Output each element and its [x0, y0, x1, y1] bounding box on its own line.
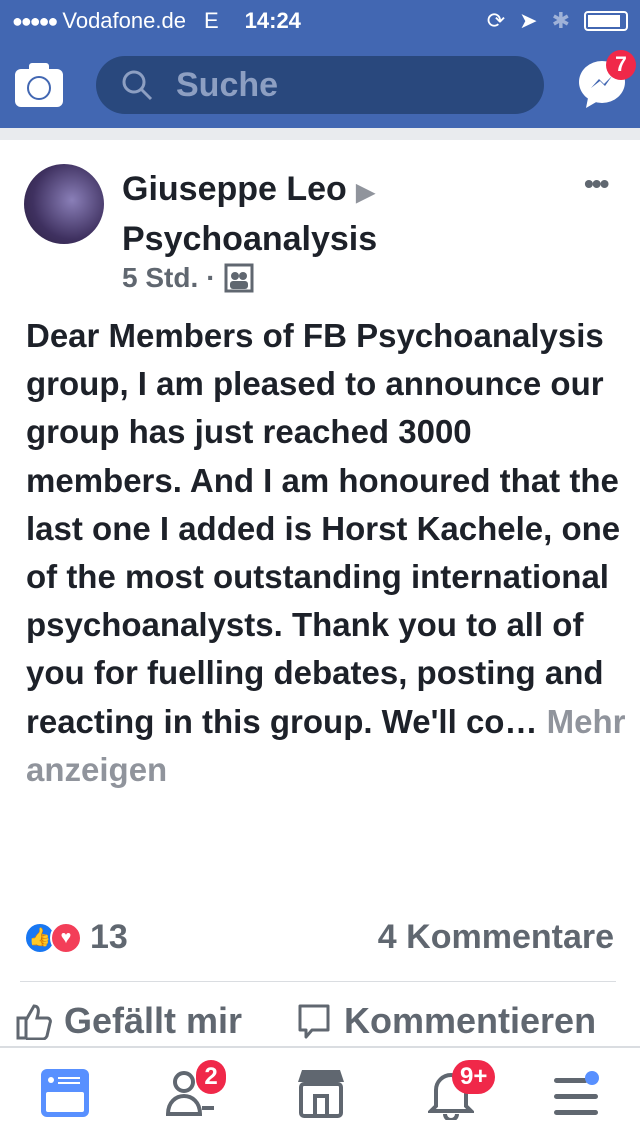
location-icon: ➤ [519, 8, 538, 33]
search-input[interactable]: Suche [96, 56, 544, 114]
like-button[interactable]: Gefällt mir [16, 1000, 242, 1042]
notifications-badge: 9+ [452, 1060, 496, 1094]
comment-label: Kommentieren [344, 1000, 597, 1041]
post-meta: 5 Std. · [122, 262, 254, 294]
meta-separator: · [206, 262, 216, 293]
reaction-count: 13 [90, 918, 128, 956]
news-feed-icon [41, 1069, 89, 1117]
search-icon [122, 70, 153, 101]
carrier: Vodafone.de [62, 8, 186, 33]
love-reaction-icon: ♥ [50, 921, 82, 954]
post-text: Dear Members of FB Psychoanalysis group,… [26, 312, 626, 794]
divider [20, 981, 616, 982]
nav-friends[interactable]: 2 [165, 1060, 226, 1123]
bluetooth-icon: ✱ [551, 8, 570, 33]
more-options-icon[interactable]: ••• [584, 168, 609, 200]
feed-separator [0, 128, 640, 140]
search-placeholder: Suche [176, 65, 279, 104]
nav-notifications[interactable]: 9+ [426, 1060, 496, 1125]
comment-button[interactable]: Kommentieren [296, 1000, 596, 1042]
post-body: Dear Members of FB Psychoanalysis group,… [26, 317, 621, 740]
arrow-right-icon: ▶ [356, 179, 375, 206]
post-header: Giuseppe Leo ▶ Psychoanalysis [122, 166, 377, 262]
post-time[interactable]: 5 Std. [122, 262, 198, 294]
comments-count[interactable]: 4 Kommentare [378, 918, 614, 957]
author-name[interactable]: Giuseppe Leo [122, 170, 347, 208]
camera-icon [15, 63, 63, 107]
marketplace-icon [298, 1070, 344, 1118]
camera-button[interactable] [15, 63, 63, 112]
reactions-summary[interactable]: 👍 ♥ 13 [24, 918, 128, 957]
status-bar: ●●●●● Vodafone.de E 14:24 ⟳ ➤ ✱ [12, 6, 628, 36]
signal-icon: ●●●●● [12, 10, 58, 31]
like-label: Gefällt mir [64, 1000, 243, 1041]
network-type: E [203, 8, 219, 33]
friends-badge: 2 [196, 1060, 226, 1094]
nav-menu[interactable] [552, 1070, 602, 1121]
group-avatar[interactable] [24, 164, 104, 244]
menu-icon [554, 1071, 599, 1115]
nav-marketplace[interactable] [296, 1068, 346, 1123]
messenger-button[interactable]: 7 [578, 50, 636, 115]
group-name[interactable]: Psychoanalysis [122, 220, 377, 258]
comment-icon [298, 1004, 330, 1039]
rotation-lock-icon: ⟳ [486, 8, 506, 33]
thumbs-up-icon [16, 1004, 52, 1040]
clock: 14:24 [244, 8, 301, 33]
messenger-badge: 7 [606, 50, 636, 80]
top-header: ●●●●● Vodafone.de E 14:24 ⟳ ➤ ✱ Suche 7 [0, 0, 640, 128]
battery-icon [584, 11, 628, 31]
nav-news-feed[interactable] [40, 1068, 90, 1123]
bottom-nav: 2 9+ [0, 1046, 640, 1136]
group-icon [224, 263, 254, 293]
